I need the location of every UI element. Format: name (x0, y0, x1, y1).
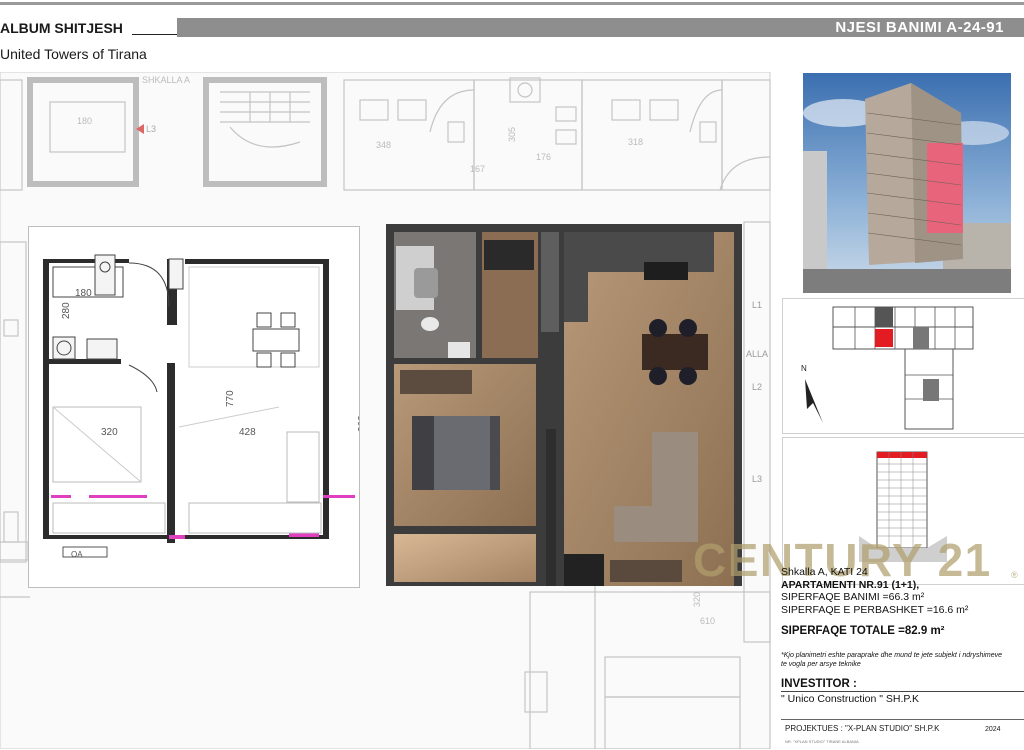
dim-right-depth: 363 (357, 415, 360, 432)
unit-info: Shkalla A, KATI 24 APARTAMENTI NR.91 (1+… (781, 566, 1024, 705)
dim-bedroom-width: 320 (101, 427, 118, 438)
footer-title-block: PROJEKTUES : "X-PLAN STUDIO" SH.P.K 2024… (781, 719, 1024, 750)
bg-dim-4: 176 (536, 152, 551, 162)
designer-label: PROJEKTUES : "X-PLAN STUDIO" SH.P.K (785, 724, 940, 733)
info-area-total: SIPERFAQE TOTALE =82.9 m² (781, 625, 945, 637)
info-disclaimer-line-1: *Kjo planimetri eshte paraprake dhe mund… (781, 651, 1003, 659)
bg-side-label-3: L2 (752, 382, 762, 392)
bg-lower-dim-2: 610 (700, 616, 715, 626)
key-plan-unit-highlight (875, 329, 893, 347)
dim-bath-width: 180 (75, 288, 92, 299)
building-photo (803, 73, 1011, 293)
key-plan: N (782, 298, 1024, 434)
info-area-net: SIPERFAQE BANIMI =66.3 m² (781, 591, 925, 603)
year-label: 2024 (985, 726, 1001, 733)
dim-bath-height: 280 (61, 302, 72, 319)
bg-dim-2: 348 (376, 140, 391, 150)
top-rule (0, 2, 1024, 5)
investor-divider (781, 690, 1024, 692)
north-label: N (801, 364, 807, 373)
info-disclaimer-line-2: te vogla per arsye teknike (781, 660, 861, 668)
bg-side-label-1: L1 (752, 300, 762, 310)
project-name: United Towers of Tirana (0, 46, 147, 62)
bg-stair-label: SHKALLA A (142, 75, 190, 85)
bg-dim-3: 305 (507, 127, 517, 142)
dim-depth: 770 (225, 390, 236, 407)
info-apartment: APARTAMENTI NR.91 (1+1), (781, 578, 920, 591)
floor-plan-3d-render (386, 224, 742, 586)
bg-lower-dim-1: 320 (692, 592, 702, 607)
bg-dim-6: 167 (470, 164, 485, 174)
bg-level-marker: L3 (146, 124, 156, 134)
info-area-common: SIPERFAQE E PERBASHKET =16.6 m² (781, 603, 969, 616)
investor-label: INVESTITOR : (781, 677, 857, 690)
bg-dim-5: 318 (628, 137, 643, 147)
info-disclaimer: *Kjo planimetri eshte paraprake dhe mund… (781, 651, 1024, 669)
dim-living-width: 428 (239, 427, 256, 438)
floor-plan-2d: 180 280 320 428 770 363 OA (28, 226, 360, 588)
north-arrow-icon (805, 379, 823, 423)
footer-fine-print: NR. "XPLAN STUDIO" TIRANE ALBANIA (785, 739, 859, 744)
bg-dim-1: 180 (77, 116, 92, 126)
info-location: Shkalla A, KATI 24 (781, 566, 868, 578)
investor-name: " Unico Construction " SH.P.K (781, 692, 919, 705)
balcony-label: OA (71, 550, 83, 559)
bg-side-label-4: L3 (752, 474, 762, 484)
album-title: ALBUM SHITJESH (0, 20, 123, 36)
bg-side-label-2: ALLA (746, 349, 768, 359)
unit-code: NJESI BANIMI A-24-91 (835, 19, 1004, 36)
